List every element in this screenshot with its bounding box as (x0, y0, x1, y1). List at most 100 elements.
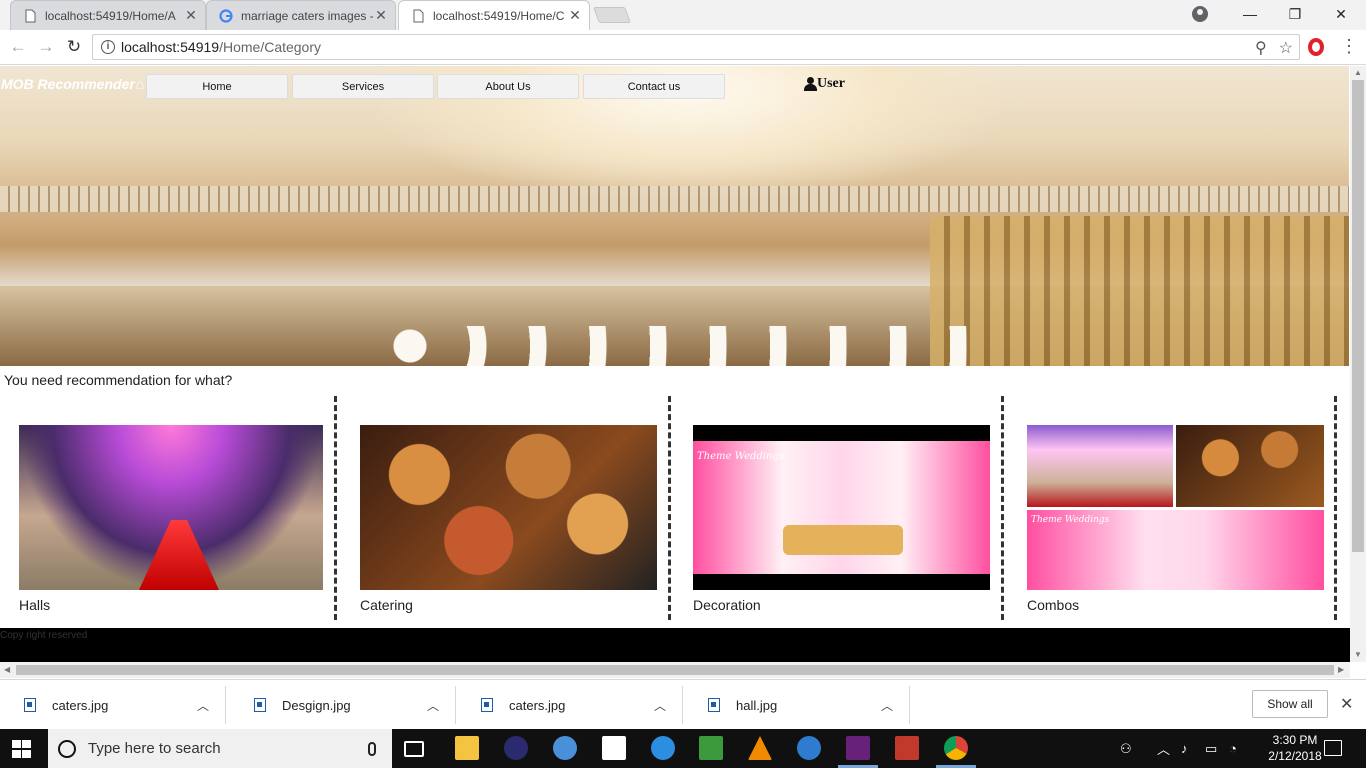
nav-services-button[interactable]: Services (292, 74, 434, 99)
forward-icon[interactable]: → (35, 37, 57, 57)
url-host: localhost:54919 (121, 39, 220, 55)
system-clock[interactable]: 3:30 PM 2/12/2018 (1260, 732, 1330, 764)
category-card-catering[interactable]: Catering (360, 425, 657, 613)
category-card-decoration[interactable]: Theme Weddings Decoration (693, 425, 990, 613)
vertical-scrollbar[interactable]: ▲ ▼ (1350, 66, 1366, 662)
scroll-down-icon[interactable]: ▼ (1354, 650, 1362, 659)
download-filename: caters.jpg (509, 697, 566, 713)
battery-icon[interactable]: ▭ (1205, 729, 1217, 768)
chevron-up-icon[interactable]: ︿ (427, 697, 439, 714)
browser-tabstrip: localhost:54919/Home/A ✕ marriage caters… (0, 0, 1366, 30)
page-viewport: MOB Recommender⌂ Home Services About Us … (0, 66, 1366, 678)
microphone-icon[interactable] (368, 741, 376, 756)
download-item[interactable]: caters.jpg ︿ (0, 686, 226, 724)
scroll-right-icon[interactable]: ▶ (1338, 665, 1344, 674)
mail-icon[interactable] (602, 736, 626, 760)
minimize-icon[interactable]: — (1227, 0, 1273, 28)
page-icon (25, 9, 36, 22)
scrollbar-thumb[interactable] (16, 665, 1334, 675)
notifications-icon[interactable] (1324, 740, 1342, 756)
stage-decoration-image[interactable]: Theme Weddings (693, 425, 990, 590)
download-filename: caters.jpg (52, 697, 109, 713)
user-link[interactable]: User (804, 76, 845, 92)
close-icon[interactable]: ✕ (567, 7, 583, 24)
category-label[interactable]: Combos (1027, 597, 1079, 613)
back-icon[interactable]: ← (7, 37, 29, 57)
browser-tab-3-active[interactable]: localhost:54919/Home/C ✕ (398, 0, 590, 30)
opera-extension-icon[interactable] (1308, 38, 1324, 56)
restore-icon[interactable]: ❐ (1272, 0, 1318, 28)
close-icon[interactable]: ✕ (183, 7, 199, 24)
visual-studio-icon[interactable] (846, 736, 870, 760)
nav-label: Contact us (627, 80, 681, 93)
chevron-up-icon[interactable]: ︿ (654, 697, 666, 714)
show-all-downloads-button[interactable]: Show all (1252, 690, 1328, 718)
new-tab-button[interactable] (593, 7, 631, 23)
user-icon (804, 77, 817, 91)
info-icon[interactable]: i (101, 40, 115, 54)
page-footer: Copy right reserved (0, 628, 1350, 662)
network-icon[interactable] (797, 736, 821, 760)
download-shelf: caters.jpg ︿ Desgign.jpg ︿ caters.jpg ︿ … (0, 679, 1366, 729)
site-brand[interactable]: MOB Recommender⌂ (1, 76, 144, 92)
download-item[interactable]: Desgign.jpg ︿ (230, 686, 456, 724)
powerpoint-icon[interactable] (895, 736, 919, 760)
task-view-icon[interactable] (404, 741, 424, 757)
nav-label: About Us (485, 80, 531, 93)
hero-banquet-image: MOB Recommender⌂ Home Services About Us … (0, 66, 1349, 366)
scroll-up-icon[interactable]: ▲ (1354, 68, 1362, 77)
category-label[interactable]: Decoration (693, 597, 761, 613)
horizontal-scrollbar[interactable]: ◀ ▶ (0, 662, 1350, 678)
scrollbar-thumb[interactable] (1352, 80, 1364, 552)
clock-time: 3:30 PM (1272, 733, 1318, 747)
nav-label: Home (202, 80, 232, 93)
vlc-icon[interactable] (748, 736, 772, 760)
volume-icon[interactable]: ♪ (1181, 729, 1188, 768)
clock-date: 2/12/2018 (1268, 749, 1322, 763)
people-icon[interactable]: ⚇ (1120, 729, 1132, 768)
combo-collage-image[interactable]: Theme Weddings (1027, 425, 1324, 590)
nav-contact-button[interactable]: Contact us (583, 74, 725, 99)
windows-start-icon[interactable] (12, 740, 32, 758)
category-divider (334, 396, 337, 620)
download-item[interactable]: hall.jpg ︿ (684, 686, 910, 724)
page-icon (413, 9, 424, 22)
zoom-icon[interactable]: ⚲ (1255, 38, 1267, 58)
category-label[interactable]: Catering (360, 597, 413, 613)
sync-icon[interactable] (651, 736, 675, 760)
image-overlay-text: Theme Weddings (1031, 515, 1110, 525)
browser-tab-1[interactable]: localhost:54919/Home/A ✕ (10, 0, 206, 30)
browser-tab-2[interactable]: marriage caters images - ✕ (206, 0, 396, 30)
nav-about-button[interactable]: About Us (437, 74, 579, 99)
home-icon: ⌂ (135, 76, 145, 92)
close-icon[interactable]: ✕ (1340, 694, 1353, 714)
catering-dishes-image[interactable] (360, 425, 657, 590)
chevron-up-icon[interactable]: ︿ (197, 697, 209, 714)
bookmark-star-icon[interactable]: ☆ (1279, 38, 1293, 58)
category-card-combos[interactable]: Theme Weddings Combos (1027, 425, 1324, 613)
window-close-icon[interactable]: ✕ (1318, 0, 1364, 28)
reload-icon[interactable]: ↻ (63, 37, 85, 57)
taskbar-search-box[interactable]: Type here to search (48, 729, 392, 768)
paint-icon[interactable] (553, 736, 577, 760)
wifi-icon[interactable]: ◔ (1229, 729, 1237, 768)
category-card-halls[interactable]: Halls (19, 425, 323, 613)
nav-label: Services (341, 80, 385, 93)
file-explorer-icon[interactable] (455, 736, 479, 760)
chrome-icon[interactable] (944, 736, 968, 760)
spreadsheet-icon[interactable] (699, 736, 723, 760)
close-icon[interactable]: ✕ (373, 7, 389, 24)
eclipse-icon[interactable] (504, 736, 528, 760)
hall-banquet-image[interactable] (19, 425, 323, 590)
nav-home-button[interactable]: Home (146, 74, 288, 99)
tab-title: localhost:54919/Home/C (433, 8, 565, 23)
category-label[interactable]: Halls (19, 597, 50, 613)
tray-chevron-icon[interactable]: ︿ (1157, 729, 1170, 768)
scroll-left-icon[interactable]: ◀ (4, 665, 10, 674)
profile-icon[interactable] (1192, 6, 1208, 22)
cortana-icon[interactable] (58, 739, 76, 758)
browser-menu-icon[interactable]: ⋮ (1340, 36, 1358, 56)
chevron-up-icon[interactable]: ︿ (881, 697, 893, 714)
download-item[interactable]: caters.jpg ︿ (457, 686, 683, 724)
address-bar[interactable]: i localhost:54919/Home/Category ⚲ ☆ (92, 34, 1300, 60)
